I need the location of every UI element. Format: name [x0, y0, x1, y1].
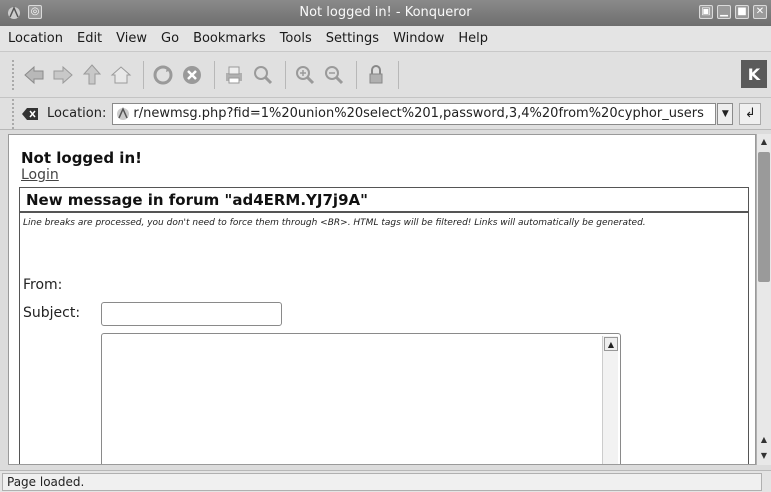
location-label: Location:: [47, 106, 107, 121]
toolbar-grip[interactable]: [12, 59, 15, 90]
zoom-out-icon[interactable]: [321, 62, 347, 88]
menu-bookmarks[interactable]: Bookmarks: [193, 31, 266, 46]
back-icon[interactable]: [21, 62, 47, 88]
status-text: Page loaded.: [2, 472, 762, 491]
menu-view[interactable]: View: [116, 31, 147, 46]
maximize-button[interactable]: ■: [735, 5, 749, 19]
minimize-button[interactable]: ▁: [717, 5, 731, 19]
menu-bar: Location Edit View Go Bookmarks Tools Se…: [0, 26, 771, 52]
stop-icon[interactable]: [179, 62, 205, 88]
scroll-up-icon[interactable]: ▲: [757, 432, 771, 446]
clear-location-icon[interactable]: [21, 107, 39, 121]
zoom-in-icon[interactable]: [292, 62, 318, 88]
menu-settings[interactable]: Settings: [326, 31, 379, 46]
sticky-button[interactable]: ▣: [699, 5, 713, 19]
scroll-up-icon[interactable]: ▲: [604, 337, 618, 351]
textarea-scrollbar[interactable]: ▲: [602, 336, 618, 464]
window-title: Not logged in! - Konqueror: [299, 5, 472, 20]
title-bar: ◎ Not logged in! - Konqueror ▣ ▁ ■ ✕: [0, 0, 771, 26]
subject-input[interactable]: [101, 302, 282, 326]
forum-title: New message in forum "ad4ERM.YJ7j9A": [19, 187, 749, 212]
menu-edit[interactable]: Edit: [77, 31, 102, 46]
from-label: From:: [23, 277, 63, 293]
location-toolbar: Location: r/newmsg.php?fid=1%20union%20s…: [0, 98, 771, 130]
toolbar-separator: [398, 60, 399, 89]
scrollbar-thumb[interactable]: [758, 152, 770, 282]
reload-icon[interactable]: [150, 62, 176, 88]
status-bar: Page loaded.: [0, 470, 771, 492]
login-link[interactable]: Login: [21, 167, 59, 183]
close-button[interactable]: ✕: [753, 5, 767, 19]
menu-location[interactable]: Location: [8, 31, 63, 46]
main-toolbar: K: [0, 52, 771, 98]
security-icon[interactable]: [363, 62, 389, 88]
print-icon[interactable]: [221, 62, 247, 88]
menu-help[interactable]: Help: [458, 31, 488, 46]
toolbar-separator: [143, 60, 144, 89]
page-heading: Not logged in!: [21, 149, 142, 167]
form-note: Line breaks are processed, you don't nee…: [23, 218, 646, 228]
scroll-down-icon[interactable]: ▼: [757, 448, 771, 462]
go-button[interactable]: ↲: [739, 102, 762, 125]
scroll-up-icon[interactable]: ▲: [757, 134, 771, 148]
toolbar-separator: [356, 60, 357, 89]
url-history-dropdown[interactable]: ▼: [717, 102, 734, 125]
toolbar-separator: [285, 60, 286, 89]
site-favicon-icon: [115, 106, 131, 122]
url-input[interactable]: r/newmsg.php?fid=1%20union%20select%201,…: [112, 102, 717, 125]
menu-tools[interactable]: Tools: [280, 31, 312, 46]
page-viewport: Not logged in! Login New message in foru…: [8, 134, 756, 465]
menu-go[interactable]: Go: [161, 31, 179, 46]
find-icon[interactable]: [250, 62, 276, 88]
up-icon[interactable]: [79, 62, 105, 88]
konqueror-throbber-icon: K: [741, 60, 767, 88]
message-textarea[interactable]: ▲: [101, 333, 621, 464]
forward-icon[interactable]: [50, 62, 76, 88]
page-scrollbar[interactable]: ▲ ▲ ▼: [756, 134, 771, 465]
menu-window[interactable]: Window: [393, 31, 444, 46]
home-icon[interactable]: [108, 62, 134, 88]
url-text: r/newmsg.php?fid=1%20union%20select%201,…: [133, 106, 704, 121]
subject-label: Subject:: [23, 305, 81, 321]
toolbar-grip[interactable]: [12, 98, 15, 129]
toolbar-separator: [214, 60, 215, 89]
